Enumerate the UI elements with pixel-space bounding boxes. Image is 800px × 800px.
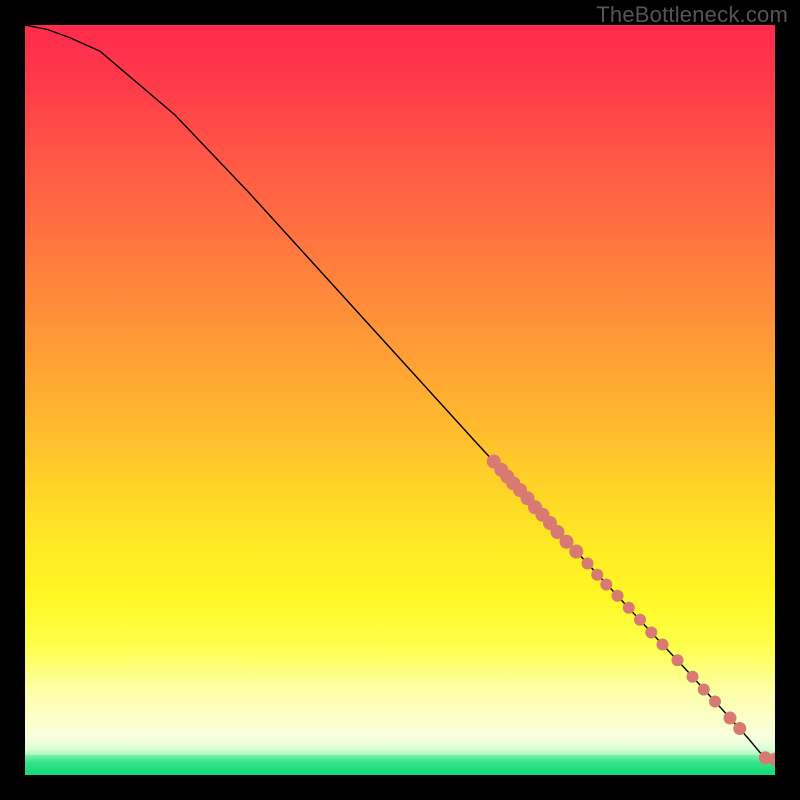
red-point: [698, 684, 710, 696]
watermark-text: TheBottleneck.com: [596, 2, 788, 28]
red-point: [612, 590, 624, 602]
red-point: [600, 579, 612, 591]
red-point: [672, 654, 684, 666]
red-point: [657, 639, 669, 651]
plot-area: [25, 25, 775, 775]
red-point: [582, 558, 594, 570]
red-point: [709, 696, 721, 708]
red-point: [591, 569, 603, 581]
chart-frame: TheBottleneck.com: [0, 0, 800, 800]
red-point: [623, 602, 635, 614]
red-point: [733, 722, 746, 735]
red-points-group: [487, 455, 775, 766]
red-point: [569, 545, 583, 559]
red-point: [724, 712, 737, 725]
red-point: [645, 627, 657, 639]
red-point: [634, 614, 646, 626]
curve-svg: [25, 25, 775, 775]
red-point: [687, 671, 699, 683]
